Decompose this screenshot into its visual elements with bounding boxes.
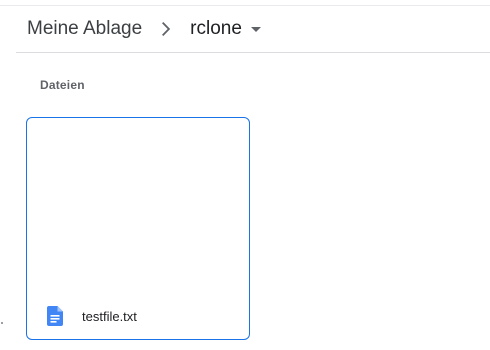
chevron-right-icon xyxy=(154,17,178,41)
google-docs-icon xyxy=(45,306,65,326)
breadcrumb-current-label: rclone xyxy=(190,18,242,39)
breadcrumb-root-meine-ablage[interactable]: Meine Ablage xyxy=(16,13,152,45)
file-card-footer: testfile.txt xyxy=(27,293,249,339)
file-thumbnail[interactable] xyxy=(27,118,249,294)
file-card[interactable]: testfile.txt xyxy=(26,117,250,340)
edge-marker xyxy=(1,322,3,324)
files-section-title: Dateien xyxy=(40,78,85,92)
arrow-drop-down-icon xyxy=(244,17,268,41)
file-name: testfile.txt xyxy=(82,308,137,324)
breadcrumb: Meine Ablage rclone xyxy=(16,6,490,53)
breadcrumb-current-folder[interactable]: rclone xyxy=(182,13,274,45)
